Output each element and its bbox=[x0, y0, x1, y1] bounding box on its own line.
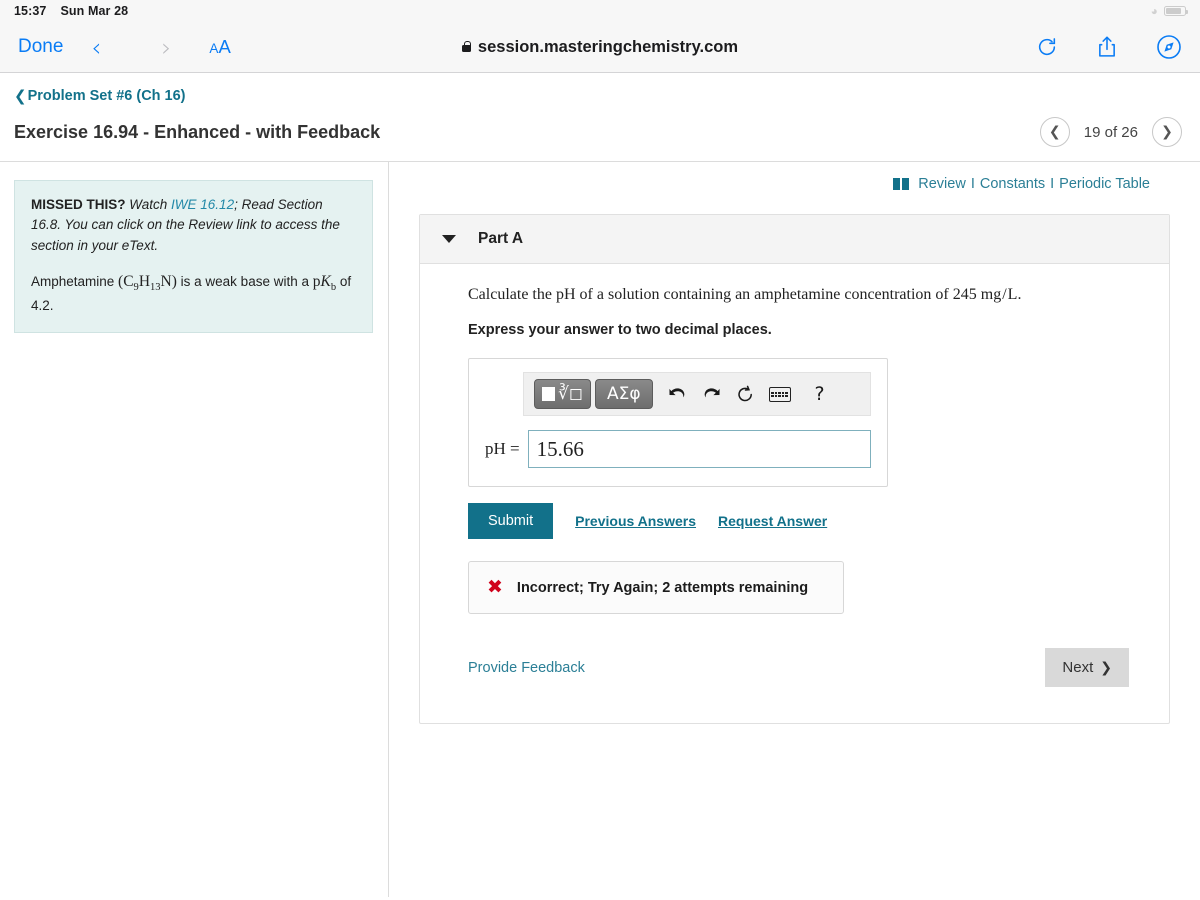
chemical-formula: (C9H13N) bbox=[118, 272, 177, 293]
pagination: ❮ 19 of 26 ❯ bbox=[1039, 117, 1182, 147]
address-bar[interactable]: session.masteringchemistry.com bbox=[461, 37, 739, 57]
lock-icon bbox=[461, 40, 471, 52]
template-box-icon bbox=[542, 387, 555, 401]
wifi-icon: ◕ bbox=[1150, 4, 1158, 18]
browser-toolbar: Done ‹ › AA session.masteringchemistry.c… bbox=[0, 22, 1200, 73]
problem-statement: Amphetamine (C9H13N) is a weak base with… bbox=[31, 270, 356, 316]
unit-mg-per-l: mg / L bbox=[981, 286, 1018, 304]
status-date: Sun Mar 28 bbox=[60, 4, 129, 18]
link-separator-2: I bbox=[1050, 176, 1055, 192]
missed-this-label: MISSED THIS? bbox=[31, 197, 126, 212]
text-size-small-a: A bbox=[209, 41, 219, 56]
statement-mid: is a weak base with a bbox=[176, 273, 313, 289]
part-a-header[interactable]: Part A bbox=[420, 215, 1169, 264]
pkb-symbol: pKb bbox=[312, 272, 337, 293]
breadcrumb-chevron-left-icon: ❮ bbox=[14, 87, 27, 105]
pagination-prev-button[interactable]: ❮ bbox=[1039, 117, 1070, 147]
answer-input[interactable] bbox=[527, 430, 871, 468]
breadcrumb[interactable]: ❮ Problem Set #6 (Ch 16) bbox=[0, 87, 1200, 105]
pagination-next-button[interactable]: ❯ bbox=[1152, 117, 1182, 147]
status-indicators: ◕ bbox=[1150, 4, 1189, 18]
part-a-card: Part A Calculate the pH of a solution co… bbox=[419, 214, 1170, 724]
part-a-body: Calculate the pH of a solution containin… bbox=[420, 264, 1169, 723]
answer-widget: ∛◻ ΑΣφ ? pH = 15.66 bbox=[468, 358, 888, 487]
answer-input-row: pH = bbox=[485, 430, 871, 468]
compass-icon[interactable] bbox=[1156, 34, 1182, 60]
book-icon bbox=[893, 178, 910, 190]
content-area: MISSED THIS? Watch IWE 16.12; Read Secti… bbox=[0, 162, 1200, 897]
footer-row: Provide Feedback Next ❯ bbox=[468, 648, 1139, 687]
breadcrumb-label: Problem Set #6 (Ch 16) bbox=[27, 88, 186, 104]
hint-text-part1: Watch bbox=[129, 197, 172, 212]
keyboard-icon[interactable] bbox=[765, 379, 795, 409]
review-link[interactable]: Review bbox=[918, 176, 966, 192]
redo-icon[interactable] bbox=[697, 379, 727, 409]
battery-icon bbox=[1164, 6, 1189, 16]
part-a-label: Part A bbox=[478, 230, 524, 247]
x-mark-icon: ✖ bbox=[487, 576, 503, 598]
iwe-link[interactable]: IWE 16.12 bbox=[171, 197, 234, 212]
answer-field-label: pH = bbox=[485, 439, 520, 458]
math-template-button[interactable]: ∛◻ bbox=[534, 379, 591, 409]
address-bar-wrap: session.masteringchemistry.com bbox=[0, 38, 1200, 57]
browser-forward-icon[interactable]: › bbox=[155, 35, 177, 60]
page-header: ❮ Problem Set #6 (Ch 16) Exercise 16.94 … bbox=[0, 73, 1200, 162]
submit-row: Submit Previous Answers Request Answer bbox=[468, 503, 1139, 539]
status-time: 15:37 bbox=[14, 4, 47, 18]
url-text: session.masteringchemistry.com bbox=[477, 37, 739, 56]
undo-icon[interactable] bbox=[663, 379, 693, 409]
question-pre: Calculate the bbox=[468, 286, 556, 303]
question-end: . bbox=[1017, 286, 1022, 303]
question-mid: of a solution containing an amphetamine … bbox=[575, 286, 981, 303]
keyboard-glyph bbox=[768, 386, 791, 402]
sidebar: MISSED THIS? Watch IWE 16.12; Read Secti… bbox=[0, 162, 389, 897]
ios-status-bar: 15:37 Sun Mar 28 ◕ bbox=[0, 0, 1200, 22]
browser-back-icon[interactable]: ‹ bbox=[85, 35, 107, 60]
resource-links: Review I Constants I Periodic Table bbox=[419, 176, 1170, 192]
browser-actions bbox=[1036, 34, 1182, 60]
previous-answers-link[interactable]: Previous Answers bbox=[575, 513, 696, 529]
text-size-big-a: A bbox=[218, 36, 231, 57]
constants-link[interactable]: Constants bbox=[980, 176, 1045, 192]
feedback-banner: ✖ Incorrect; Try Again; 2 attempts remai… bbox=[468, 561, 844, 614]
main-panel: Review I Constants I Periodic Table Part… bbox=[389, 162, 1200, 897]
nth-root-icon: ∛◻ bbox=[558, 383, 583, 404]
provide-feedback-link[interactable]: Provide Feedback bbox=[468, 660, 585, 676]
text-size-button[interactable]: AA bbox=[209, 36, 230, 58]
missed-this-hint-panel: MISSED THIS? Watch IWE 16.12; Read Secti… bbox=[14, 180, 373, 333]
answer-instruction: Express your answer to two decimal place… bbox=[468, 322, 772, 338]
done-button[interactable]: Done bbox=[18, 36, 63, 58]
question-text: Calculate the pH of a solution containin… bbox=[468, 286, 1139, 304]
feedback-message: Incorrect; Try Again; 2 attempts remaini… bbox=[516, 579, 809, 596]
share-icon[interactable] bbox=[1096, 35, 1118, 59]
title-row: Exercise 16.94 - Enhanced - with Feedbac… bbox=[0, 105, 1200, 161]
math-toolbar: ∛◻ ΑΣφ ? bbox=[523, 372, 871, 416]
statement-pre: Amphetamine bbox=[31, 273, 119, 289]
request-answer-link[interactable]: Request Answer bbox=[718, 513, 827, 529]
help-icon[interactable]: ? bbox=[805, 379, 835, 409]
link-separator-1: I bbox=[970, 176, 975, 192]
hint-text: MISSED THIS? Watch IWE 16.12; Read Secti… bbox=[31, 195, 356, 256]
next-button[interactable]: Next ❯ bbox=[1045, 648, 1129, 687]
reload-icon[interactable] bbox=[1036, 36, 1058, 58]
submit-button[interactable]: Submit bbox=[468, 503, 554, 539]
ph-symbol: pH bbox=[555, 286, 576, 303]
unit-numerator: mg bbox=[980, 286, 1002, 303]
triangle-down-icon[interactable] bbox=[442, 235, 456, 243]
unit-denominator: L bbox=[1007, 286, 1018, 303]
page-title: Exercise 16.94 - Enhanced - with Feedbac… bbox=[14, 121, 381, 142]
next-button-label: Next bbox=[1062, 659, 1094, 676]
pagination-label: 19 of 26 bbox=[1083, 123, 1138, 141]
chevron-right-icon: ❯ bbox=[1100, 659, 1112, 676]
periodic-table-link[interactable]: Periodic Table bbox=[1059, 176, 1150, 192]
greek-symbols-button[interactable]: ΑΣφ bbox=[594, 379, 653, 409]
reset-icon[interactable] bbox=[731, 379, 761, 409]
